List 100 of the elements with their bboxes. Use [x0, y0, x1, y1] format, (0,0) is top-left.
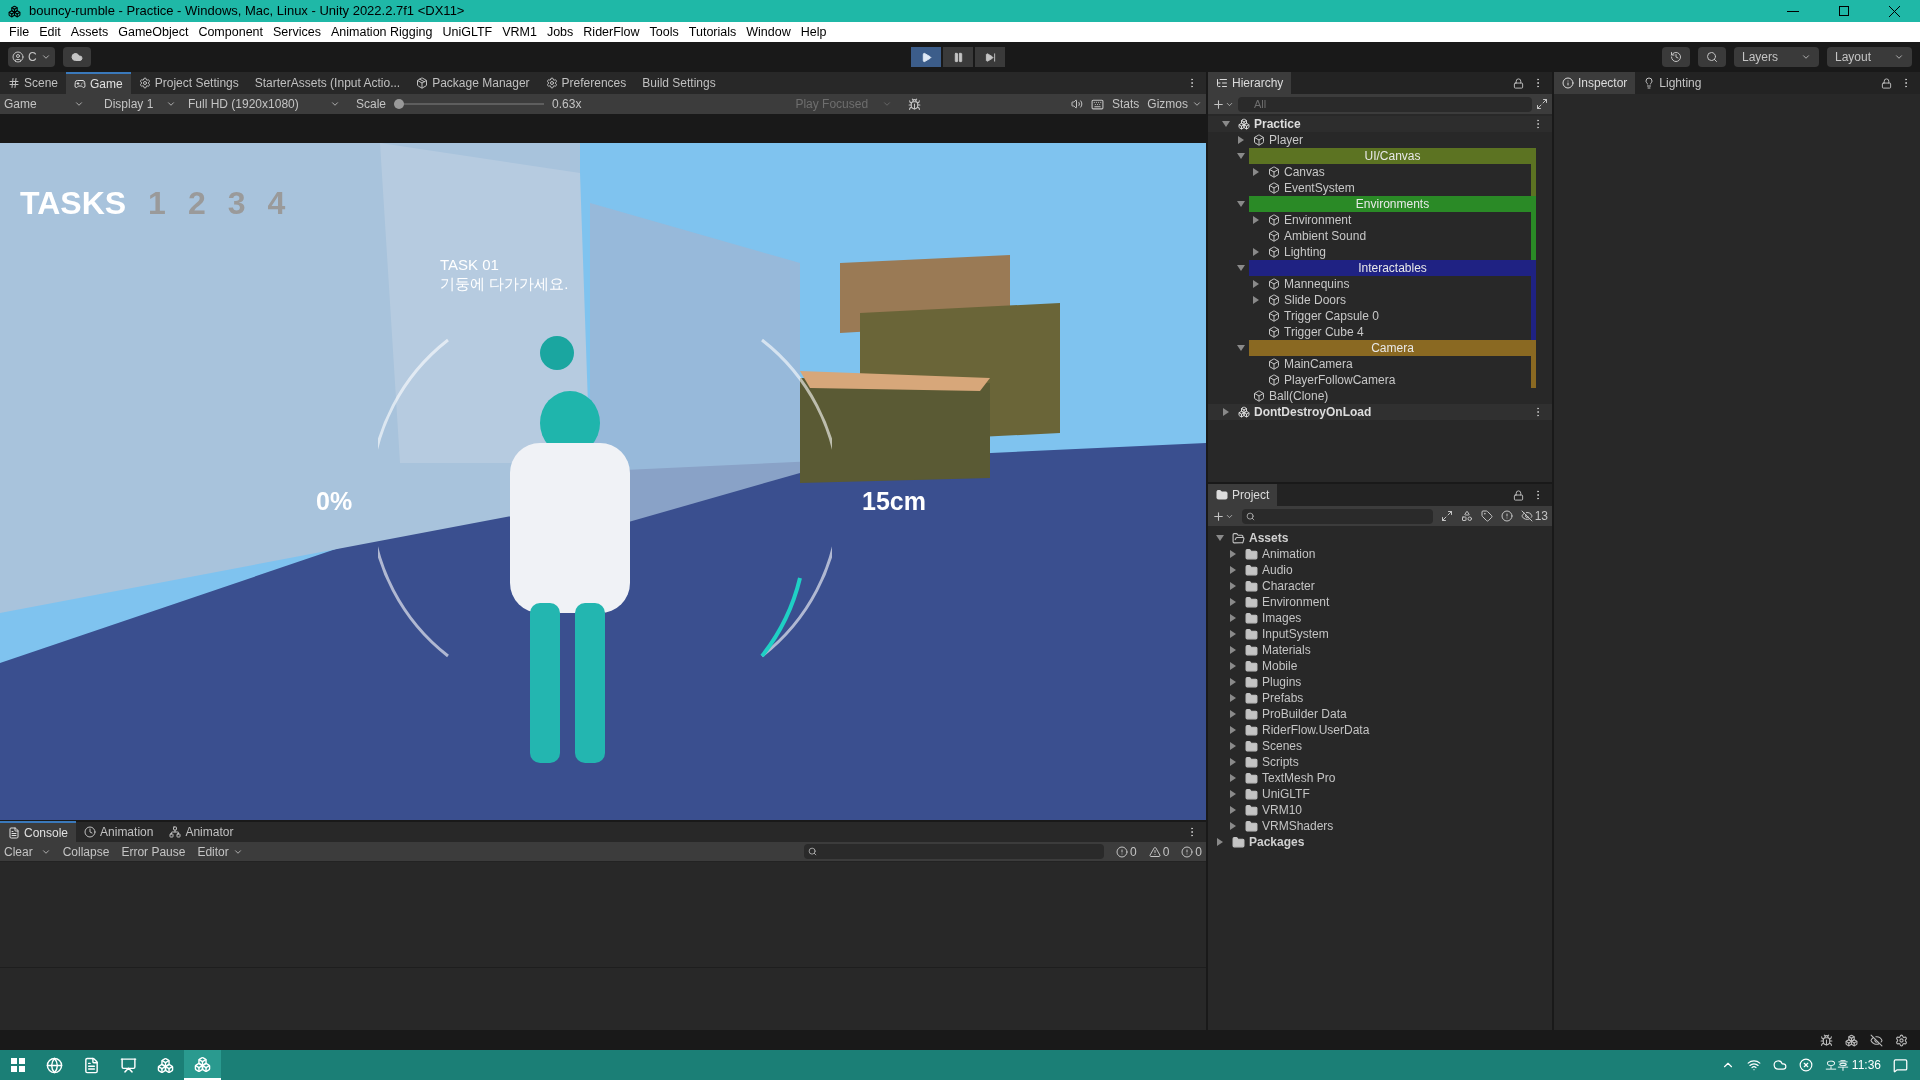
- folder-item[interactable]: VRM10: [1262, 801, 1302, 819]
- hierarchy-tab[interactable]: Hierarchy: [1208, 72, 1292, 94]
- hierarchy-item[interactable]: Mannequins: [1284, 275, 1350, 293]
- folder-item[interactable]: VRMShaders: [1262, 817, 1334, 835]
- menu-item[interactable]: UniGLTF: [437, 22, 498, 42]
- hierarchy-item[interactable]: PlayerFollowCamera: [1284, 371, 1396, 389]
- expanded-arrow-icon[interactable]: [1237, 344, 1245, 352]
- clear-dropdown[interactable]: Clear: [4, 842, 51, 861]
- document-icon[interactable]: [83, 1056, 100, 1074]
- account-dropdown[interactable]: C: [8, 47, 55, 67]
- speaker-icon[interactable]: [1070, 98, 1083, 110]
- collapsed-arrow-icon[interactable]: [1229, 678, 1237, 686]
- add-dropdown[interactable]: [1212, 97, 1234, 111]
- hierarchy-item[interactable]: Trigger Capsule 0: [1284, 307, 1379, 325]
- scene-row[interactable]: Practice: [1254, 115, 1301, 133]
- collapsed-arrow-icon[interactable]: [1252, 280, 1260, 288]
- bug-icon[interactable]: [908, 97, 922, 111]
- resolution-dropdown[interactable]: Full HD (1920x1080): [184, 95, 344, 113]
- unity-icon[interactable]: [157, 1056, 174, 1074]
- expand-icon[interactable]: [1536, 98, 1548, 110]
- close-icon[interactable]: [1889, 5, 1900, 17]
- console-search-field[interactable]: [803, 844, 1104, 859]
- menu-item[interactable]: RiderFlow: [578, 22, 645, 42]
- folder-item[interactable]: Scenes: [1262, 737, 1303, 755]
- collapsed-arrow-icon[interactable]: [1229, 646, 1237, 654]
- collapsed-arrow-icon[interactable]: [1229, 806, 1237, 814]
- lock-icon[interactable]: [1881, 77, 1892, 89]
- view-dropdown[interactable]: Game: [0, 95, 88, 113]
- panel-tab[interactable]: Lighting: [1635, 72, 1710, 94]
- folder-item[interactable]: Character: [1262, 577, 1315, 595]
- log-count[interactable]: 0: [1162, 842, 1170, 861]
- log-count[interactable]: 0: [1129, 842, 1137, 861]
- stats-button[interactable]: Stats: [1111, 95, 1140, 113]
- folder-item[interactable]: RiderFlow.UserData: [1262, 721, 1370, 739]
- hidden-eye-icon[interactable]: [1520, 510, 1533, 522]
- hierarchy-header[interactable]: Environments: [1249, 196, 1536, 212]
- stack-icon[interactable]: [1845, 1033, 1858, 1047]
- folder-item[interactable]: UniGLTF: [1262, 785, 1310, 803]
- hierarchy-item[interactable]: Lighting: [1284, 243, 1327, 261]
- menu-item[interactable]: Tutorials: [683, 22, 742, 42]
- eye-off-icon[interactable]: [1870, 1033, 1883, 1047]
- menu-item[interactable]: GameObject: [113, 22, 194, 42]
- pause-button[interactable]: [943, 47, 973, 67]
- collapsed-arrow-icon[interactable]: [1229, 598, 1237, 606]
- windows-start-icon[interactable]: [11, 1058, 25, 1072]
- active-taskbar-button[interactable]: [184, 1050, 221, 1080]
- editor-tab[interactable]: Project Settings: [130, 72, 247, 94]
- browser-icon[interactable]: [46, 1056, 63, 1074]
- collapsed-arrow-icon[interactable]: [1229, 710, 1237, 718]
- editor-tab[interactable]: StarterAssets (Input Actio...: [246, 72, 409, 94]
- collapsed-arrow-icon[interactable]: [1229, 614, 1237, 622]
- tag-icon[interactable]: [1480, 510, 1493, 522]
- menu-item[interactable]: Window: [741, 22, 796, 42]
- hierarchy-item[interactable]: Environment: [1284, 211, 1352, 229]
- play-button[interactable]: [911, 47, 941, 67]
- collapsed-arrow-icon[interactable]: [1229, 774, 1237, 782]
- hierarchy-item[interactable]: Slide Doors: [1284, 291, 1347, 309]
- folder-item[interactable]: Plugins: [1262, 673, 1302, 691]
- menu-item[interactable]: Services: [268, 22, 326, 42]
- menu-item[interactable]: Component: [193, 22, 268, 42]
- hierarchy-search-field[interactable]: All: [1238, 96, 1532, 112]
- layout-dropdown[interactable]: Layout: [1827, 47, 1912, 67]
- cloud-icon[interactable]: [1772, 1058, 1787, 1072]
- collapsed-arrow-icon[interactable]: [1229, 758, 1237, 766]
- expanded-arrow-icon[interactable]: [1222, 120, 1230, 128]
- folder-item[interactable]: Assets: [1249, 529, 1289, 547]
- menu-item[interactable]: Animation Rigging: [325, 22, 438, 42]
- collapsed-arrow-icon[interactable]: [1252, 296, 1260, 304]
- editor-tab[interactable]: Preferences: [537, 72, 635, 94]
- collapsed-arrow-icon[interactable]: [1229, 550, 1237, 558]
- lock-icon[interactable]: [1513, 77, 1524, 89]
- gizmos-dropdown[interactable]: Gizmos: [1147, 95, 1202, 113]
- error-pause-button[interactable]: Error Pause: [121, 842, 186, 861]
- add-dropdown[interactable]: [1212, 509, 1234, 523]
- project-search-field[interactable]: [1242, 508, 1433, 524]
- folder-item[interactable]: Animation: [1262, 545, 1316, 563]
- keyboard-icon[interactable]: [1090, 97, 1104, 111]
- restore-icon[interactable]: [1839, 6, 1849, 16]
- panel-tab[interactable]: Animation: [76, 821, 162, 843]
- step-button[interactable]: [975, 47, 1005, 67]
- collapsed-arrow-icon[interactable]: [1229, 566, 1237, 574]
- expanded-arrow-icon[interactable]: [1237, 152, 1245, 160]
- presentation-icon[interactable]: [120, 1056, 137, 1074]
- collapsed-arrow-icon[interactable]: [1229, 822, 1237, 830]
- scale-slider[interactable]: [394, 99, 545, 109]
- cloud-button[interactable]: [62, 47, 91, 67]
- display-dropdown[interactable]: Display 1: [100, 95, 180, 113]
- search-button[interactable]: [1698, 47, 1726, 67]
- collapsed-arrow-icon[interactable]: [1222, 408, 1230, 416]
- close-circle-icon[interactable]: [1798, 1058, 1813, 1072]
- panel-tab[interactable]: Inspector: [1554, 72, 1636, 94]
- folder-item[interactable]: Mobile: [1262, 657, 1298, 675]
- panel-tab[interactable]: Console: [0, 821, 77, 843]
- menu-item[interactable]: VRM1: [497, 22, 542, 42]
- editor-tab[interactable]: Build Settings: [634, 72, 724, 94]
- hierarchy-header[interactable]: Interactables: [1249, 260, 1536, 276]
- hierarchy-item[interactable]: Player: [1269, 131, 1303, 149]
- slider-thumb[interactable]: [394, 99, 405, 109]
- hierarchy-item[interactable]: Canvas: [1284, 163, 1325, 181]
- collapsed-arrow-icon[interactable]: [1229, 630, 1237, 638]
